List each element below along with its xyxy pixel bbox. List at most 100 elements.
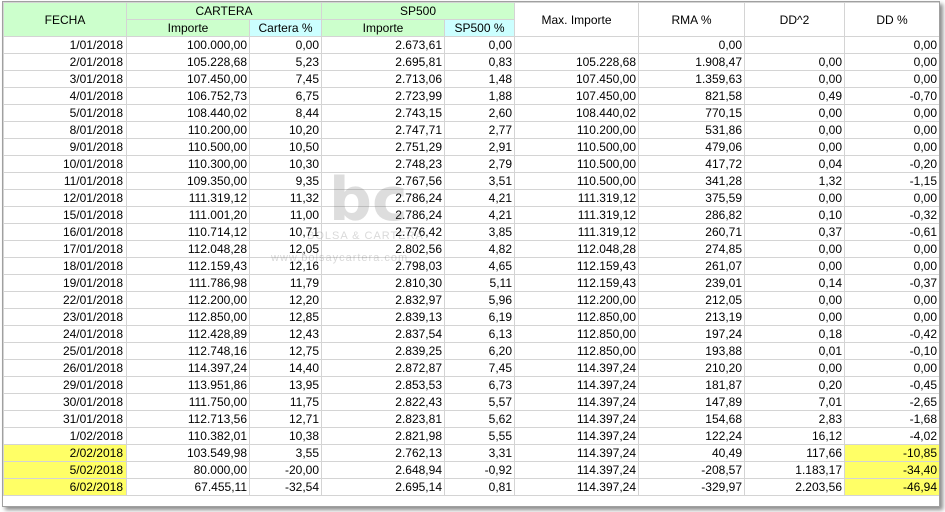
- header-sp500-pct[interactable]: SP500 %: [444, 19, 515, 37]
- cell-sp500-pct[interactable]: 3,85: [444, 223, 515, 241]
- cell-cartera-pct[interactable]: 10,20: [249, 121, 322, 139]
- cell-dd-pct[interactable]: 0,00: [844, 257, 939, 275]
- cell-rma-pct[interactable]: 531,86: [638, 121, 745, 139]
- cell-fecha[interactable]: 30/01/2018: [3, 393, 127, 411]
- cell-sp500-importe[interactable]: 2.748,23: [321, 155, 445, 173]
- cell-cartera-importe[interactable]: 111.001,20: [126, 206, 250, 224]
- cell-sp500-pct[interactable]: -0,92: [444, 461, 515, 479]
- cell-fecha[interactable]: 23/01/2018: [3, 308, 127, 326]
- cell-fecha[interactable]: 4/01/2018: [3, 87, 127, 105]
- cell-fecha[interactable]: 2/01/2018: [3, 53, 127, 71]
- cell-sp500-importe[interactable]: 2.798,03: [321, 257, 445, 275]
- cell-max-importe[interactable]: 114.397,24: [514, 376, 639, 394]
- cell-rma-pct[interactable]: 239,01: [638, 274, 745, 292]
- cell-cartera-pct[interactable]: 10,71: [249, 223, 322, 241]
- cell-dd2[interactable]: [744, 36, 845, 54]
- cell-dd-pct[interactable]: -0,42: [844, 325, 939, 343]
- cell-max-importe[interactable]: 110.200,00: [514, 121, 639, 139]
- cell-sp500-importe[interactable]: 2.839,13: [321, 308, 445, 326]
- cell-dd2[interactable]: 0,00: [744, 308, 845, 326]
- cell-max-importe[interactable]: 114.397,24: [514, 393, 639, 411]
- cell-cartera-importe[interactable]: 100.000,00: [126, 36, 250, 54]
- cell-dd-pct[interactable]: -4,02: [844, 427, 939, 445]
- cell-dd2[interactable]: 0,37: [744, 223, 845, 241]
- cell-sp500-pct[interactable]: 4,82: [444, 240, 515, 258]
- cell-fecha[interactable]: 10/01/2018: [3, 155, 127, 173]
- cell-sp500-pct[interactable]: 5,55: [444, 427, 515, 445]
- cell-cartera-importe[interactable]: 109.350,00: [126, 172, 250, 190]
- cell-dd-pct[interactable]: -1,68: [844, 410, 939, 428]
- cell-fecha[interactable]: 29/01/2018: [3, 376, 127, 394]
- cell-cartera-importe[interactable]: 111.319,12: [126, 189, 250, 207]
- cell-cartera-importe[interactable]: 112.048,28: [126, 240, 250, 258]
- cell-dd-pct[interactable]: 0,00: [844, 36, 939, 54]
- cell-sp500-pct[interactable]: 7,45: [444, 359, 515, 377]
- cell-sp500-pct[interactable]: 5,57: [444, 393, 515, 411]
- cell-dd-pct[interactable]: 0,00: [844, 291, 939, 309]
- cell-fecha[interactable]: 18/01/2018: [3, 257, 127, 275]
- cell-rma-pct[interactable]: 375,59: [638, 189, 745, 207]
- cell-fecha[interactable]: 19/01/2018: [3, 274, 127, 292]
- cell-dd-pct[interactable]: 0,00: [844, 121, 939, 139]
- cell-cartera-pct[interactable]: 14,40: [249, 359, 322, 377]
- cell-max-importe[interactable]: 112.159,43: [514, 257, 639, 275]
- cell-cartera-importe[interactable]: 114.397,24: [126, 359, 250, 377]
- cell-sp500-pct[interactable]: 3,51: [444, 172, 515, 190]
- cell-max-importe[interactable]: 112.850,00: [514, 325, 639, 343]
- cell-rma-pct[interactable]: 821,58: [638, 87, 745, 105]
- cell-rma-pct[interactable]: 154,68: [638, 410, 745, 428]
- cell-dd-pct[interactable]: -0,32: [844, 206, 939, 224]
- cell-dd-pct[interactable]: -10,85: [844, 444, 939, 462]
- cell-fecha[interactable]: 1/02/2018: [3, 427, 127, 445]
- cell-max-importe[interactable]: 111.319,12: [514, 189, 639, 207]
- cell-rma-pct[interactable]: 341,28: [638, 172, 745, 190]
- cell-dd2[interactable]: 2,83: [744, 410, 845, 428]
- cell-sp500-pct[interactable]: 5,11: [444, 274, 515, 292]
- cell-cartera-pct[interactable]: 8,44: [249, 104, 322, 122]
- cell-sp500-pct[interactable]: 2,60: [444, 104, 515, 122]
- cell-cartera-pct[interactable]: 11,00: [249, 206, 322, 224]
- cell-max-importe[interactable]: 105.228,68: [514, 53, 639, 71]
- cell-cartera-pct[interactable]: 3,55: [249, 444, 322, 462]
- cell-rma-pct[interactable]: 417,72: [638, 155, 745, 173]
- cell-dd-pct[interactable]: -0,45: [844, 376, 939, 394]
- cell-cartera-importe[interactable]: 110.714,12: [126, 223, 250, 241]
- cell-sp500-importe[interactable]: 2.747,71: [321, 121, 445, 139]
- cell-dd-pct[interactable]: 0,00: [844, 189, 939, 207]
- cell-rma-pct[interactable]: 181,87: [638, 376, 745, 394]
- cell-sp500-pct[interactable]: 6,19: [444, 308, 515, 326]
- cell-fecha[interactable]: 5/01/2018: [3, 104, 127, 122]
- cell-dd-pct[interactable]: 0,00: [844, 359, 939, 377]
- cell-sp500-importe[interactable]: 2.695,14: [321, 478, 445, 496]
- cell-dd2[interactable]: 2.203,56: [744, 478, 845, 496]
- cell-max-importe[interactable]: 112.850,00: [514, 342, 639, 360]
- header-sp500-importe[interactable]: Importe: [321, 19, 445, 37]
- cell-rma-pct[interactable]: 213,19: [638, 308, 745, 326]
- cell-max-importe[interactable]: 114.397,24: [514, 461, 639, 479]
- cell-cartera-pct[interactable]: 12,75: [249, 342, 322, 360]
- cell-dd-pct[interactable]: -46,94: [844, 478, 939, 496]
- cell-cartera-pct[interactable]: 9,35: [249, 172, 322, 190]
- cell-rma-pct[interactable]: 197,24: [638, 325, 745, 343]
- cell-sp500-pct[interactable]: 2,91: [444, 138, 515, 156]
- cell-sp500-pct[interactable]: 0,81: [444, 478, 515, 496]
- cell-rma-pct[interactable]: 261,07: [638, 257, 745, 275]
- cell-cartera-importe[interactable]: 108.440,02: [126, 104, 250, 122]
- cell-sp500-importe[interactable]: 2.832,97: [321, 291, 445, 309]
- cell-dd-pct[interactable]: -1,15: [844, 172, 939, 190]
- cell-cartera-pct[interactable]: 5,23: [249, 53, 322, 71]
- cell-dd-pct[interactable]: 0,00: [844, 70, 939, 88]
- cell-dd2[interactable]: 0,00: [744, 53, 845, 71]
- header-sp500[interactable]: SP500: [321, 2, 515, 20]
- cell-cartera-importe[interactable]: 110.200,00: [126, 121, 250, 139]
- cell-sp500-importe[interactable]: 2.786,24: [321, 206, 445, 224]
- cell-sp500-importe[interactable]: 2.823,81: [321, 410, 445, 428]
- cell-cartera-importe[interactable]: 113.951,86: [126, 376, 250, 394]
- cell-max-importe[interactable]: 114.397,24: [514, 410, 639, 428]
- cell-cartera-importe[interactable]: 111.786,98: [126, 274, 250, 292]
- cell-fecha[interactable]: 5/02/2018: [3, 461, 127, 479]
- cell-dd-pct[interactable]: -0,37: [844, 274, 939, 292]
- cell-sp500-pct[interactable]: 4,21: [444, 206, 515, 224]
- cell-sp500-importe[interactable]: 2.648,94: [321, 461, 445, 479]
- cell-dd-pct[interactable]: 0,00: [844, 240, 939, 258]
